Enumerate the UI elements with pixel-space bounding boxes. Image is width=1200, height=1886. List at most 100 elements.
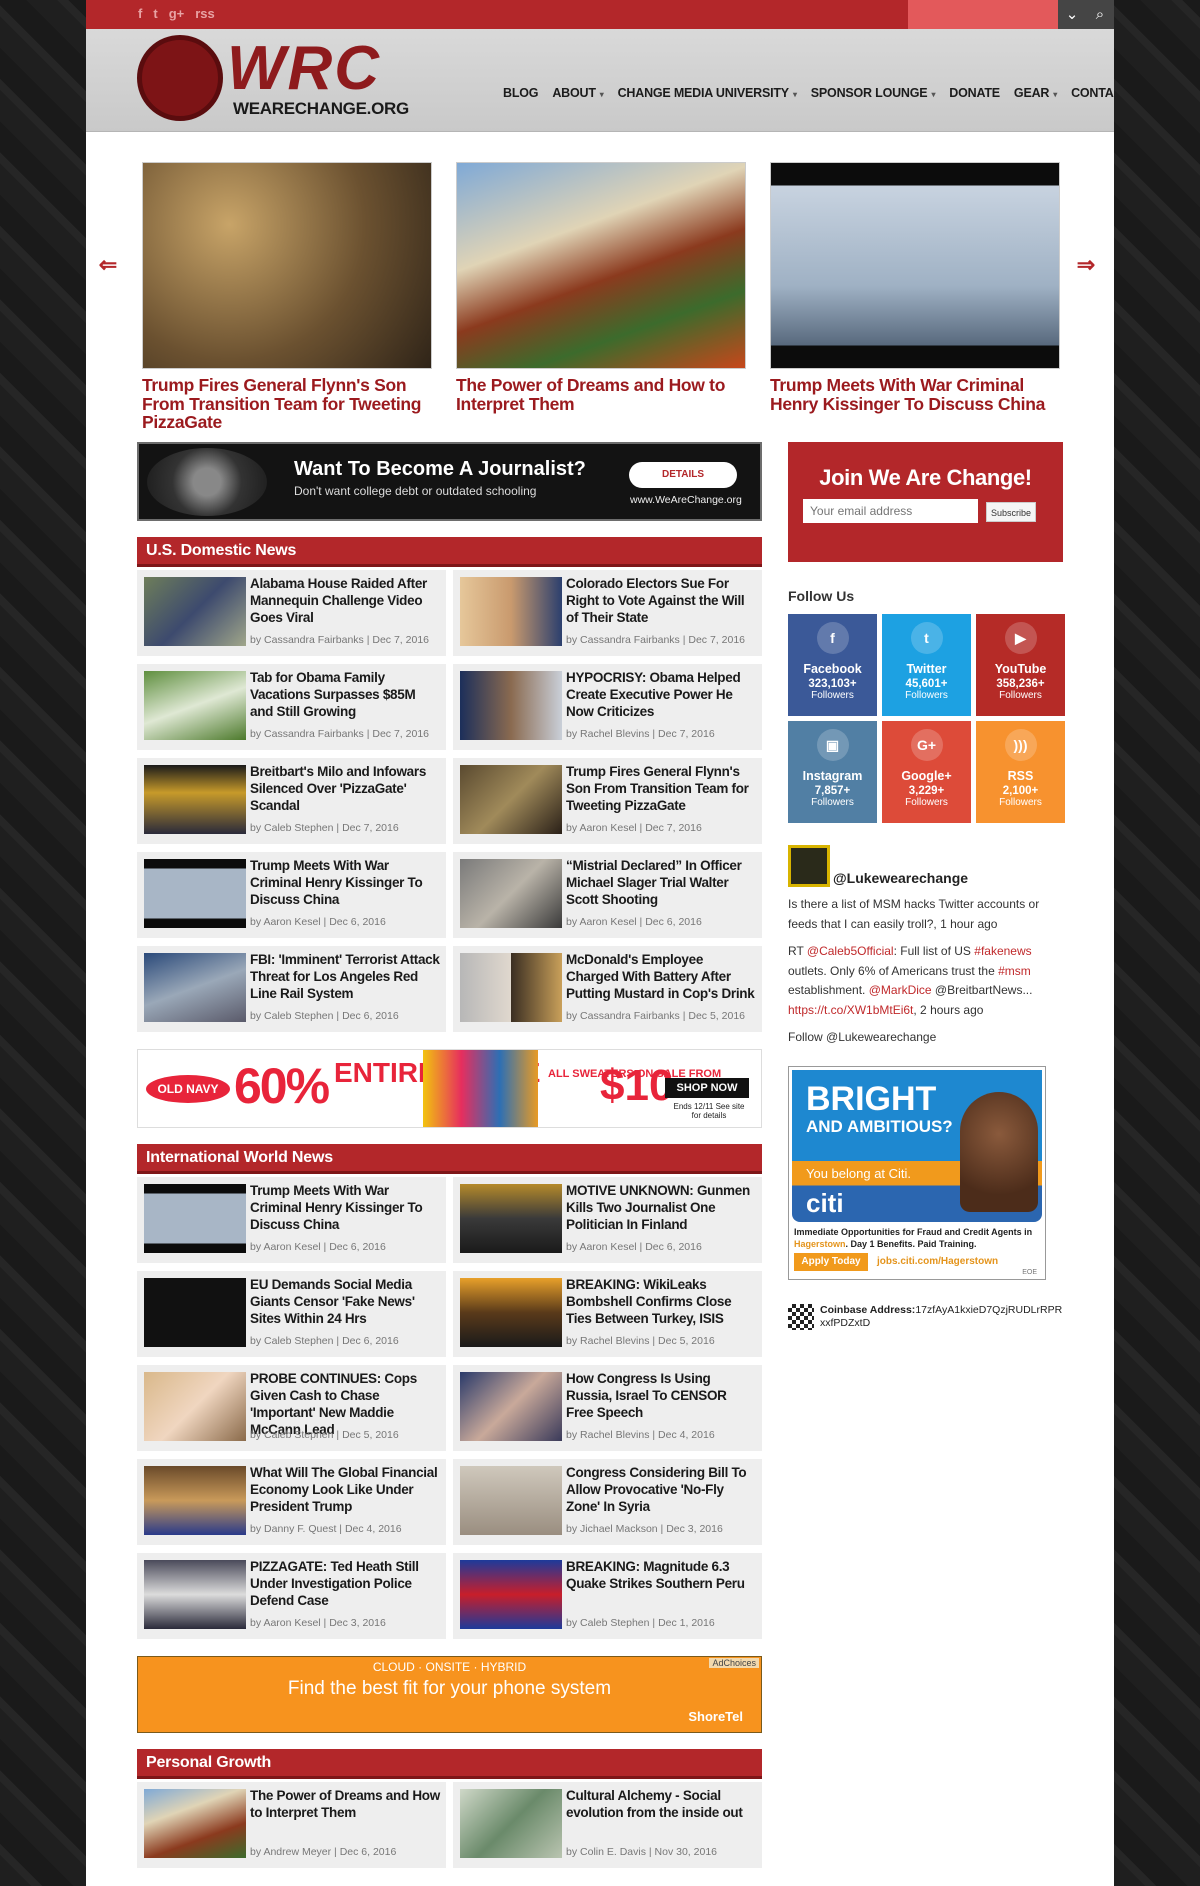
article-author[interactable]: Caleb Stephen	[580, 1617, 649, 1629]
article-card[interactable]: HYPOCRISY: Obama Helped Create Executive…	[453, 664, 762, 750]
article-card[interactable]: How Congress Is Using Russia, Israel To …	[453, 1365, 762, 1451]
article-title[interactable]: Trump Fires General Flynn's Son From Tra…	[566, 763, 756, 814]
article-thumbnail[interactable]	[460, 577, 562, 646]
slide-3[interactable]: Trump Meets With War Criminal Henry Kiss…	[770, 162, 1060, 413]
citi-ad[interactable]: BRIGHT AND AMBITIOUS? You belong at Citi…	[788, 1065, 1046, 1280]
article-title[interactable]: “Mistrial Declared” In Officer Michael S…	[566, 857, 756, 908]
slide-image[interactable]	[770, 162, 1060, 369]
section-header-personal-growth[interactable]: Personal Growth	[137, 1749, 762, 1779]
article-card[interactable]: Colorado Electors Sue For Right to Vote …	[453, 570, 762, 656]
twitter-icon[interactable]: t	[153, 6, 157, 22]
article-title[interactable]: EU Demands Social Media Giants Censor 'F…	[250, 1276, 440, 1327]
article-title[interactable]: Congress Considering Bill To Allow Provo…	[566, 1464, 756, 1515]
nav-item-about[interactable]: ABOUT ▾	[552, 86, 603, 100]
twitter-handle[interactable]: @Lukewearechange	[833, 870, 968, 886]
article-thumbnail[interactable]	[144, 859, 246, 928]
article-author[interactable]: Rachel Blevins	[580, 728, 649, 740]
article-author[interactable]: Caleb Stephen	[264, 1429, 333, 1441]
article-author[interactable]: Cassandra Fairbanks	[264, 728, 364, 740]
article-card[interactable]: FBI: 'Imminent' Terrorist Attack Threat …	[137, 946, 446, 1032]
facebook-icon[interactable]: f	[138, 6, 142, 22]
article-author[interactable]: Aaron Kesel	[579, 1241, 636, 1253]
follow-tile-youtube[interactable]: ▶ YouTube 358,236+ Followers	[976, 614, 1065, 716]
article-title[interactable]: The Power of Dreams and How to Interpret…	[250, 1787, 440, 1821]
email-input[interactable]	[803, 499, 978, 523]
nav-item-sponsor-lounge[interactable]: SPONSOR LOUNGE ▾	[811, 86, 936, 100]
article-title[interactable]: Trump Meets With War Criminal Henry Kiss…	[250, 1182, 440, 1233]
article-card[interactable]: PIZZAGATE: Ted Heath Still Under Investi…	[137, 1553, 446, 1639]
nav-item-blog[interactable]: BLOG	[503, 86, 539, 100]
twitter-follow-link[interactable]: Follow @Lukewearechange	[788, 1028, 1058, 1048]
article-thumbnail[interactable]	[144, 1372, 246, 1441]
article-card[interactable]: Tab for Obama Family Vacations Surpasses…	[137, 664, 446, 750]
slide-2[interactable]: The Power of Dreams and How to Interpret…	[456, 162, 746, 413]
article-title[interactable]: FBI: 'Imminent' Terrorist Attack Threat …	[250, 951, 440, 1002]
article-thumbnail[interactable]	[460, 671, 562, 740]
follow-tile-facebook[interactable]: f Facebook 323,103+ Followers	[788, 614, 877, 716]
rss-icon[interactable]: rss	[195, 6, 215, 22]
article-thumbnail[interactable]	[460, 1184, 562, 1253]
tweet-mention[interactable]: @MarkDice	[869, 983, 932, 997]
article-title[interactable]: BREAKING: Magnitude 6.3 Quake Strikes So…	[566, 1558, 756, 1592]
slide-title[interactable]: Trump Meets With War Criminal Henry Kiss…	[770, 376, 1060, 413]
follow-tile-instagram[interactable]: ▣ Instagram 7,857+ Followers	[788, 721, 877, 823]
article-thumbnail[interactable]	[460, 953, 562, 1022]
article-author[interactable]: Jichael Mackson	[580, 1523, 658, 1535]
tweet-link[interactable]: https://t.co/XW1bMtEi6t	[788, 1003, 913, 1017]
article-author[interactable]: Rachel Blevins	[580, 1429, 649, 1441]
article-author[interactable]: Andrew Meyer	[263, 1846, 331, 1858]
article-thumbnail[interactable]	[460, 1278, 562, 1347]
article-card[interactable]: Congress Considering Bill To Allow Provo…	[453, 1459, 762, 1545]
article-title[interactable]: What Will The Global Financial Economy L…	[250, 1464, 440, 1515]
slide-image[interactable]	[142, 162, 432, 369]
nav-item-donate[interactable]: DONATE	[949, 86, 1000, 100]
tweet-mention[interactable]: @Caleb5Official	[807, 944, 894, 958]
article-title[interactable]: PIZZAGATE: Ted Heath Still Under Investi…	[250, 1558, 440, 1609]
apply-today-button[interactable]: Apply Today	[794, 1252, 868, 1271]
article-thumbnail[interactable]	[144, 1789, 246, 1858]
article-title[interactable]: Colorado Electors Sue For Right to Vote …	[566, 575, 756, 626]
article-author[interactable]: Cassandra Fairbanks	[264, 634, 364, 646]
article-thumbnail[interactable]	[460, 1560, 562, 1629]
google-plus-icon[interactable]: g+	[169, 6, 185, 22]
article-card[interactable]: Trump Meets With War Criminal Henry Kiss…	[137, 1177, 446, 1263]
article-title[interactable]: MOTIVE UNKNOWN: Gunmen Kills Two Journal…	[566, 1182, 756, 1233]
shop-now-button[interactable]: SHOP NOW	[665, 1078, 749, 1098]
article-title[interactable]: Breitbart's Milo and Infowars Silenced O…	[250, 763, 440, 814]
article-card[interactable]: BREAKING: Magnitude 6.3 Quake Strikes So…	[453, 1553, 762, 1639]
article-title[interactable]: BREAKING: WikiLeaks Bombshell Confirms C…	[566, 1276, 756, 1327]
article-thumbnail[interactable]	[144, 953, 246, 1022]
article-thumbnail[interactable]	[144, 1184, 246, 1253]
twitter-avatar[interactable]	[788, 845, 830, 887]
subscribe-button[interactable]: Subscribe	[986, 502, 1036, 522]
slider-prev-arrow-icon[interactable]: ⇐	[94, 252, 122, 280]
article-title[interactable]: How Congress Is Using Russia, Israel To …	[566, 1370, 756, 1421]
article-card[interactable]: The Power of Dreams and How to Interpret…	[137, 1782, 446, 1868]
article-author[interactable]: Aaron Kesel	[579, 916, 636, 928]
nav-item-change-media-university[interactable]: CHANGE MEDIA UNIVERSITY ▾	[618, 86, 797, 100]
article-card[interactable]: EU Demands Social Media Giants Censor 'F…	[137, 1271, 446, 1357]
article-card[interactable]: “Mistrial Declared” In Officer Michael S…	[453, 852, 762, 938]
article-card[interactable]: Trump Fires General Flynn's Son From Tra…	[453, 758, 762, 844]
article-thumbnail[interactable]	[460, 765, 562, 834]
article-card[interactable]: BREAKING: WikiLeaks Bombshell Confirms C…	[453, 1271, 762, 1357]
details-button[interactable]: DETAILS	[629, 462, 737, 488]
article-thumbnail[interactable]	[144, 671, 246, 740]
tweet-hashtag[interactable]: #fakenews	[974, 944, 1031, 958]
article-card[interactable]: What Will The Global Financial Economy L…	[137, 1459, 446, 1545]
article-thumbnail[interactable]	[460, 1466, 562, 1535]
article-title[interactable]: Tab for Obama Family Vacations Surpasses…	[250, 669, 440, 720]
article-author[interactable]: Aaron Kesel	[263, 1241, 320, 1253]
nav-item-contact[interactable]: CONTACT	[1071, 86, 1114, 100]
slide-title[interactable]: Trump Fires General Flynn's Son From Tra…	[142, 376, 432, 432]
article-card[interactable]: Alabama House Raided After Mannequin Cha…	[137, 570, 446, 656]
article-card[interactable]: PROBE CONTINUES: Cops Given Cash to Chas…	[137, 1365, 446, 1451]
tweet-hashtag[interactable]: #msm	[998, 964, 1031, 978]
article-card[interactable]: Breitbart's Milo and Infowars Silenced O…	[137, 758, 446, 844]
search-input[interactable]	[908, 0, 1058, 29]
slide-1[interactable]: Trump Fires General Flynn's Son From Tra…	[142, 162, 432, 432]
article-thumbnail[interactable]	[144, 1466, 246, 1535]
article-card[interactable]: Cultural Alchemy - Social evolution from…	[453, 1782, 762, 1868]
journalist-banner[interactable]: Want To Become A Journalist? Don't want …	[137, 442, 762, 521]
article-thumbnail[interactable]	[144, 577, 246, 646]
